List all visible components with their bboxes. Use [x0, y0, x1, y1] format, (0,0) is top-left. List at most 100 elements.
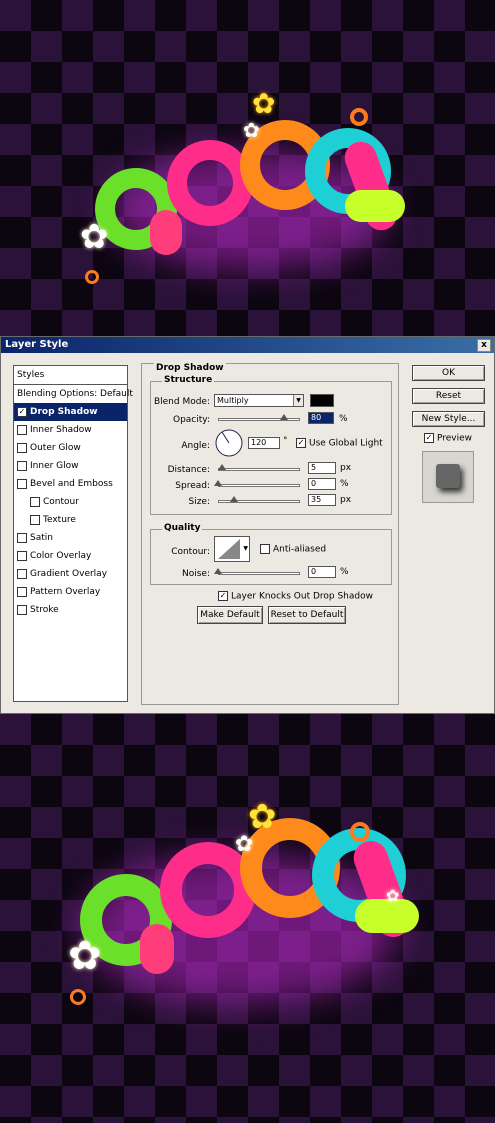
style-item-label: Outer Glow [30, 443, 81, 453]
style-item-stroke[interactable]: Stroke [14, 601, 127, 619]
style-item-bevel-emboss[interactable]: Bevel and Emboss [14, 475, 127, 493]
style-item-label: Texture [43, 515, 76, 525]
degree-unit: ° [283, 436, 288, 446]
opacity-slider[interactable] [218, 418, 300, 421]
make-default-button[interactable]: Make Default [197, 606, 263, 624]
new-style-button[interactable]: New Style... [412, 411, 485, 427]
opacity-slider-thumb[interactable] [279, 414, 288, 420]
preview-checkbox[interactable]: ✓ [424, 433, 434, 443]
pattern-overlay-checkbox[interactable] [17, 586, 27, 597]
angle-input[interactable]: 120 [248, 437, 280, 449]
knockout-label: Layer Knocks Out Drop Shadow [231, 591, 373, 602]
spread-input[interactable]: 0 [308, 478, 336, 490]
blend-mode-label: Blend Mode: [153, 397, 210, 407]
distance-label: Distance: [167, 465, 210, 475]
blend-mode-value: Multiply [217, 396, 249, 405]
opacity-input[interactable]: 80 [308, 412, 334, 424]
contour-curve-icon [218, 539, 240, 559]
ok-button[interactable]: OK [412, 365, 485, 381]
style-item-label: Color Overlay [30, 551, 92, 561]
knockout-option[interactable]: ✓ Layer Knocks Out Drop Shadow [218, 591, 373, 602]
letter-o-shape [167, 140, 253, 226]
blend-mode-select[interactable]: Multiply ▼ [214, 394, 304, 407]
styles-header[interactable]: Styles [14, 366, 127, 385]
bevel-emboss-checkbox[interactable] [17, 478, 27, 489]
reset-to-default-button[interactable]: Reset to Default [268, 606, 346, 624]
opacity-label: Opacity: [173, 415, 210, 425]
spread-label: Spread: [175, 481, 210, 491]
decor-blob [140, 924, 174, 974]
close-button[interactable]: x [477, 339, 491, 352]
style-item-satin[interactable]: Satin [14, 529, 127, 547]
use-global-light-checkbox[interactable]: ✓ [296, 438, 306, 448]
style-item-label: Contour [43, 497, 79, 507]
contour-checkbox[interactable] [30, 496, 40, 507]
white-flower-icon: ✿ [386, 886, 400, 905]
chevron-down-icon: ▼ [243, 545, 248, 552]
noise-slider-thumb[interactable] [214, 568, 222, 574]
contour-label: Contour: [171, 547, 210, 557]
anti-aliased-option[interactable]: Anti-aliased [260, 544, 326, 555]
preview-label: Preview [437, 433, 473, 444]
layer-style-dialog: Layer Style x Styles Blending Options: D… [0, 336, 495, 714]
size-slider-thumb[interactable] [230, 496, 238, 502]
gradient-overlay-checkbox[interactable] [17, 568, 27, 579]
distance-unit: px [340, 463, 352, 473]
angle-dial[interactable] [214, 428, 244, 458]
style-item-inner-shadow[interactable]: Inner Shadow [14, 421, 127, 439]
color-overlay-checkbox[interactable] [17, 550, 27, 561]
style-item-label: Drop Shadow [30, 407, 98, 417]
size-unit: px [340, 495, 352, 505]
styles-list: Styles Blending Options: Default ✓ Drop S… [13, 365, 133, 702]
letter-l-shape [345, 190, 405, 222]
style-item-color-overlay[interactable]: Color Overlay [14, 547, 127, 565]
drop-shadow-checkbox[interactable]: ✓ [17, 406, 27, 417]
blending-options-item[interactable]: Blending Options: Default [14, 385, 133, 403]
white-flower-icon: ✿ [235, 832, 254, 857]
shadow-color-swatch[interactable] [310, 394, 334, 407]
noise-label: Noise: [182, 569, 210, 579]
dialog-titlebar: Layer Style x [1, 337, 494, 353]
inner-shadow-checkbox[interactable] [17, 424, 27, 435]
texture-checkbox[interactable] [30, 514, 40, 525]
distance-input[interactable]: 5 [308, 462, 336, 474]
anti-aliased-checkbox[interactable] [260, 544, 270, 554]
dialog-title: Layer Style [5, 339, 69, 350]
satin-checkbox[interactable] [17, 532, 27, 543]
size-label: Size: [188, 497, 210, 507]
opacity-unit: % [339, 414, 348, 424]
decor-ring [350, 108, 368, 126]
outer-glow-checkbox[interactable] [17, 442, 27, 453]
use-global-light-option[interactable]: ✓ Use Global Light [296, 438, 383, 449]
style-item-texture[interactable]: Texture [14, 511, 127, 529]
size-input[interactable]: 35 [308, 494, 336, 506]
preview-option[interactable]: ✓ Preview [424, 433, 472, 444]
distance-slider-thumb[interactable] [218, 464, 226, 470]
distance-slider[interactable] [218, 468, 300, 471]
style-item-label: Gradient Overlay [30, 569, 108, 579]
decor-ring [350, 822, 370, 842]
anti-aliased-label: Anti-aliased [273, 544, 327, 555]
noise-input[interactable]: 0 [308, 566, 336, 578]
knockout-checkbox[interactable]: ✓ [218, 591, 228, 601]
cool-artwork-bottom: ✿ ✿ ✿ ✿ [0, 714, 495, 1123]
reset-button[interactable]: Reset [412, 388, 485, 404]
style-preview-box [422, 451, 474, 503]
style-item-contour[interactable]: Contour [14, 493, 127, 511]
decor-ring [85, 270, 99, 284]
chevron-down-icon: ▼ [293, 395, 303, 406]
style-item-label: Pattern Overlay [30, 587, 101, 597]
inner-glow-checkbox[interactable] [17, 460, 27, 471]
style-item-drop-shadow[interactable]: ✓ Drop Shadow [14, 403, 127, 421]
noise-slider[interactable] [218, 572, 300, 575]
yellow-flower-icon: ✿ [248, 797, 277, 837]
spread-slider[interactable] [218, 484, 300, 487]
stroke-checkbox[interactable] [17, 604, 27, 615]
white-flower-icon: ✿ [80, 217, 109, 257]
style-item-gradient-overlay[interactable]: Gradient Overlay [14, 565, 127, 583]
contour-picker[interactable]: ▼ [214, 536, 250, 562]
spread-slider-thumb[interactable] [214, 480, 222, 486]
style-item-pattern-overlay[interactable]: Pattern Overlay [14, 583, 127, 601]
style-item-outer-glow[interactable]: Outer Glow [14, 439, 127, 457]
style-item-inner-glow[interactable]: Inner Glow [14, 457, 127, 475]
